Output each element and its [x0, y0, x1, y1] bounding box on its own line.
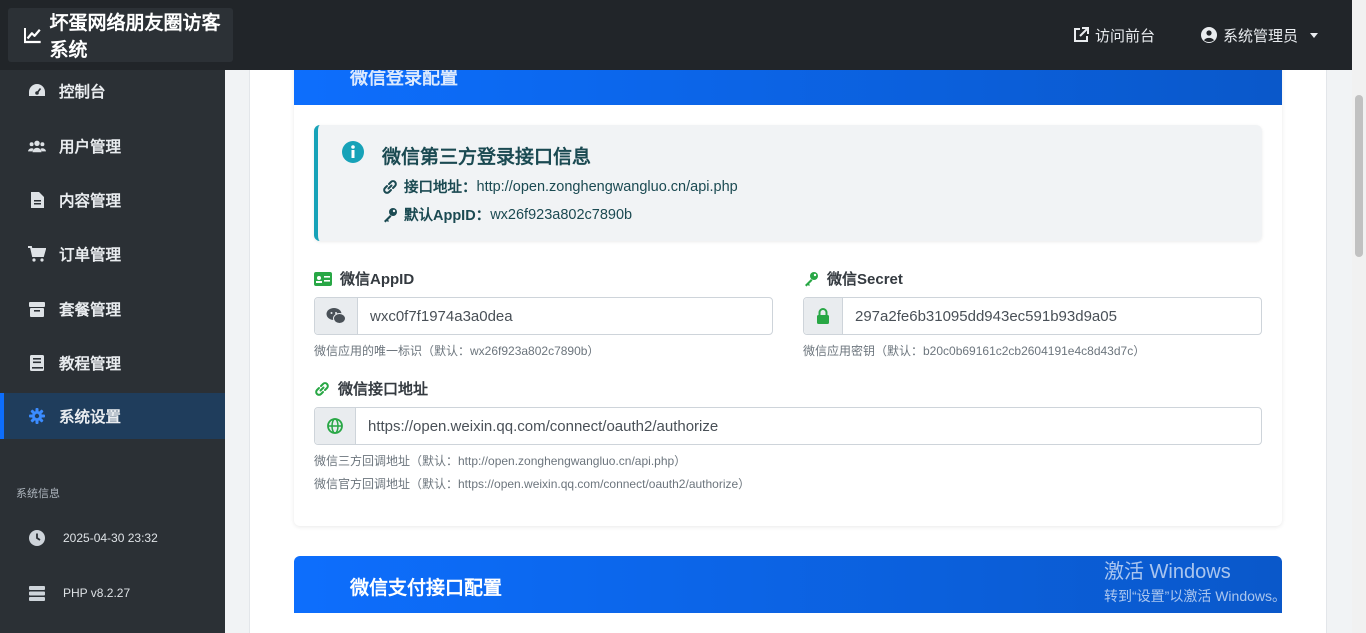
api-url-value: http://open.zonghengwangluo.cn/api.php [476, 178, 738, 195]
wechat-icon [315, 298, 358, 334]
endpoint-hint-official: 微信官方回调地址（默认：https://open.weixin.qq.com/c… [314, 477, 751, 491]
sidebar-item-settings[interactable]: 系统设置 [0, 393, 225, 439]
windows-activation-watermark: 激活 Windows 转到“设置”以激活 Windows。 [1104, 561, 1287, 604]
dashboard-icon [28, 82, 46, 100]
key-icon [384, 207, 397, 222]
endpoint-input-group [314, 407, 1262, 445]
appid-label: 微信AppID [314, 268, 414, 289]
secret-input-group [803, 297, 1262, 335]
sidebar-item-content[interactable]: 内容管理 [0, 177, 225, 223]
sidebar-item-users[interactable]: 用户管理 [0, 123, 225, 169]
gear-icon [28, 407, 46, 425]
navbar-right: 访问前台 系统管理员 [1073, 0, 1318, 70]
user-circle-icon [1200, 27, 1217, 43]
default-appid-value: wx26f923a802c7890b [490, 206, 633, 223]
system-php-version: PHP v8.2.27 [28, 584, 130, 602]
users-icon [28, 137, 46, 155]
chevron-down-icon [1310, 32, 1318, 38]
default-appid-line: 默认AppID： wx26f923a802c7890b [382, 204, 632, 225]
sidebar: 控制台 用户管理 内容管理 订单管理 套餐管理 教程管理 系统设置 系统信息 2… [0, 70, 225, 633]
system-info-heading: 系统信息 [16, 488, 60, 500]
api-url-line: 接口地址： http://open.zonghengwangluo.cn/api… [382, 176, 738, 197]
sidebar-item-tutorials[interactable]: 教程管理 [0, 340, 225, 386]
book-icon [28, 354, 46, 372]
brand-title: 坏蛋网络朋友圈访客系统 [49, 13, 221, 61]
endpoint-hint-third-party: 微信三方回调地址（默认：http://open.zonghengwangluo.… [314, 454, 687, 468]
info-icon [342, 141, 364, 163]
login-info-box: 微信第三方登录接口信息 接口地址： http://open.zonghengwa… [314, 125, 1262, 241]
top-navbar: 坏蛋网络朋友圈访客系统 访问前台 系统管理员 [0, 0, 1352, 70]
cart-icon [28, 245, 46, 263]
chart-line-icon [24, 27, 41, 44]
system-datetime: 2025-04-30 23:32 [28, 529, 158, 547]
file-icon [28, 191, 46, 209]
box-icon [28, 300, 46, 318]
secret-label: 微信Secret [803, 268, 903, 289]
secret-hint: 微信应用密钥（默认：b20c0b69161c2cb2604191e4c8d43d… [803, 344, 1146, 358]
sidebar-item-orders[interactable]: 订单管理 [0, 231, 225, 277]
appid-hint: 微信应用的唯一标识（默认：wx26f923a802c7890b） [314, 344, 600, 358]
endpoint-input[interactable] [356, 408, 1261, 444]
page-scrollbar[interactable] [1352, 0, 1366, 633]
secret-input[interactable] [843, 298, 1261, 334]
globe-icon [315, 408, 356, 444]
id-card-icon [314, 271, 332, 286]
endpoint-label: 微信接口地址 [314, 378, 428, 399]
key-icon [805, 271, 818, 286]
external-link-icon [1073, 27, 1089, 42]
link-icon [315, 381, 329, 396]
link-icon [383, 179, 397, 194]
server-icon [28, 584, 46, 602]
clock-icon [28, 529, 46, 547]
lock-icon [804, 298, 843, 334]
info-title: 微信第三方登录接口信息 [382, 147, 592, 168]
sidebar-item-packages[interactable]: 套餐管理 [0, 286, 225, 332]
visit-frontend-link[interactable]: 访问前台 [1073, 25, 1155, 46]
wechat-pay-title: 微信支付接口配置 [350, 578, 503, 599]
user-menu-dropdown[interactable]: 系统管理员 [1200, 25, 1318, 46]
scrollbar-thumb[interactable] [1355, 95, 1363, 257]
appid-input[interactable] [358, 298, 772, 334]
sidebar-item-dashboard[interactable]: 控制台 [0, 68, 225, 114]
appid-input-group [314, 297, 773, 335]
brand[interactable]: 坏蛋网络朋友圈访客系统 [8, 8, 233, 62]
